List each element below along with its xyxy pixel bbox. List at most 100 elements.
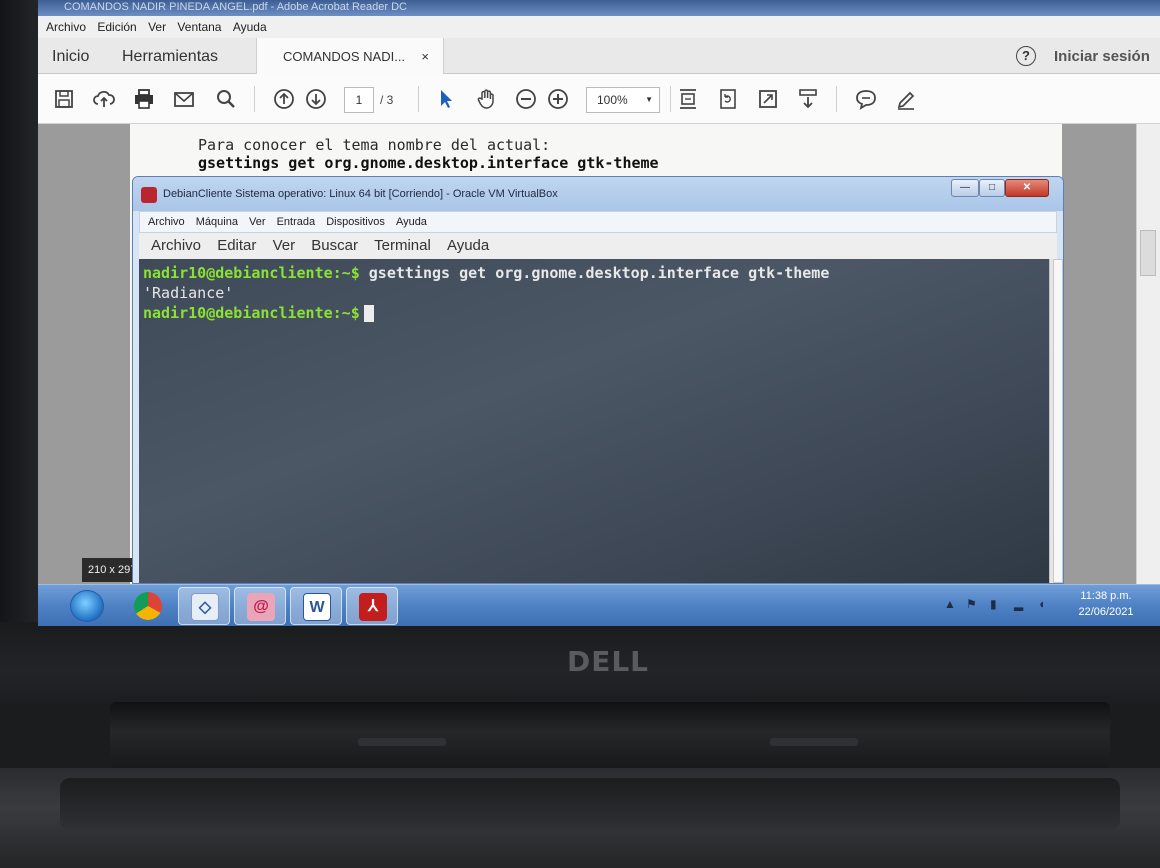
document-text: Para conocer el tema nombre del actual: <box>198 136 551 154</box>
vbox-menu-archivo[interactable]: Archivo <box>148 212 185 232</box>
acrobat-tab-bar: Inicio Herramientas COMANDOS NADI... × ?… <box>38 38 1160 76</box>
vbox-menu-ayuda[interactable]: Ayuda <box>396 212 427 232</box>
terminal-menu-editar[interactable]: Editar <box>217 233 256 259</box>
laptop-hinge <box>110 702 1110 768</box>
volume-icon[interactable]: ◖ <box>1038 597 1045 611</box>
menu-edicion[interactable]: Edición <box>97 16 136 38</box>
action-center-icon[interactable]: ⚑ <box>966 597 977 611</box>
document-scrollbar[interactable] <box>1136 124 1160 584</box>
search-icon[interactable] <box>214 87 238 111</box>
save-icon[interactable] <box>52 87 76 111</box>
terminal-menu-ayuda[interactable]: Ayuda <box>447 233 489 259</box>
help-icon[interactable]: ? <box>1016 46 1036 66</box>
laptop-bezel-left <box>0 0 38 640</box>
virtualbox-title: DebianCliente Sistema operativo: Linux 6… <box>163 188 558 200</box>
network-icon[interactable]: ▂ <box>1014 597 1023 611</box>
taskbar-virtualbox[interactable]: ◇ <box>178 587 230 625</box>
toolbar-separator <box>418 86 419 112</box>
signin-link[interactable]: Iniciar sesión <box>1054 38 1150 76</box>
zoom-out-icon[interactable] <box>514 87 538 111</box>
terminal-menubar: Archivo Editar Ver Buscar Terminal Ayuda <box>139 233 1057 259</box>
screen: COMANDOS NADIR PINEDA ANGEL.pdf - Adobe … <box>38 0 1160 626</box>
vbox-menu-maquina[interactable]: Máquina <box>196 212 238 232</box>
taskbar-word[interactable]: W <box>290 587 342 625</box>
hinge-slot-left <box>358 738 446 746</box>
terminal-menu-terminal[interactable]: Terminal <box>374 233 431 259</box>
taskbar: ◇ @ W ⅄ ▲ ⚑ ▮ ▂ ◖ 11:38 p.m. 22/06/2021 <box>38 584 1160 626</box>
maximize-button[interactable]: □ <box>979 179 1005 197</box>
vbox-menu-entrada[interactable]: Entrada <box>277 212 316 232</box>
laptop-base-edge <box>60 778 1120 830</box>
terminal-line: 'Radiance' <box>143 283 1045 303</box>
terminal-line: nadir10@debiancliente:~$ gsettings get o… <box>143 263 1045 283</box>
close-button[interactable]: ✕ <box>1005 179 1049 197</box>
chrome-icon <box>134 592 162 620</box>
menu-ventana[interactable]: Ventana <box>177 16 221 38</box>
highlight-pen-icon[interactable] <box>894 87 918 111</box>
zoom-in-icon[interactable] <box>546 87 570 111</box>
hand-icon[interactable] <box>474 87 498 111</box>
zoom-value: 100% <box>597 93 628 107</box>
terminal-menu-ver[interactable]: Ver <box>273 233 296 259</box>
vbox-menu-ver[interactable]: Ver <box>249 212 266 232</box>
clock-time: 11:38 p.m. <box>1080 590 1132 602</box>
start-button[interactable] <box>70 590 104 622</box>
email-icon[interactable] <box>172 87 196 111</box>
menu-ayuda[interactable]: Ayuda <box>233 16 267 38</box>
menu-ver[interactable]: Ver <box>148 16 166 38</box>
taskbar-acrobat[interactable]: ⅄ <box>346 587 398 625</box>
virtualbox-window: DebianCliente Sistema operativo: Linux 6… <box>132 176 1064 584</box>
zoom-select[interactable]: 100% ▼ <box>586 87 660 113</box>
tray-expand-icon[interactable]: ▲ <box>944 597 956 611</box>
terminal-scrollbar[interactable] <box>1049 259 1063 583</box>
scrollbar-thumb[interactable] <box>1053 259 1063 583</box>
page-down-icon[interactable] <box>304 87 328 111</box>
terminal-line: nadir10@debiancliente:~$ <box>143 303 1045 323</box>
terminal-prompt: nadir10@debiancliente:~$ <box>143 304 360 322</box>
page-up-icon[interactable] <box>272 87 296 111</box>
menu-archivo[interactable]: Archivo <box>46 16 86 38</box>
debian-icon: @ <box>247 593 275 621</box>
vbox-menu-dispositivos[interactable]: Dispositivos <box>326 212 385 232</box>
terminal-cursor <box>363 305 374 322</box>
terminal-area[interactable]: nadir10@debiancliente:~$ gsettings get o… <box>139 259 1049 583</box>
taskbar-debian-vm[interactable]: @ <box>234 587 286 625</box>
comment-icon[interactable] <box>854 87 878 111</box>
page-number-input[interactable]: 1 <box>344 87 374 113</box>
acrobat-toolbar: 1 / 3 100% ▼ <box>38 74 1160 124</box>
tab-inicio[interactable]: Inicio <box>52 38 89 74</box>
scroll-mode-icon[interactable] <box>796 87 820 111</box>
virtualbox-title-bar[interactable]: DebianCliente Sistema operativo: Linux 6… <box>133 177 1063 211</box>
print-icon[interactable] <box>132 87 156 111</box>
acrobat-icon: ⅄ <box>359 593 387 621</box>
terminal-command: gsettings get org.gnome.desktop.interfac… <box>368 264 830 282</box>
document-command: gsettings get org.gnome.desktop.interfac… <box>198 154 659 172</box>
acrobat-title-bar: COMANDOS NADIR PINEDA ANGEL.pdf - Adobe … <box>38 0 1160 16</box>
dell-logo: DELL <box>566 645 650 678</box>
virtualbox-icon: ◇ <box>191 593 219 621</box>
minimize-button[interactable]: — <box>951 179 979 197</box>
taskbar-clock[interactable]: 11:38 p.m. 22/06/2021 <box>1066 588 1146 620</box>
hinge-slot-right <box>770 738 858 746</box>
select-cursor-icon[interactable] <box>434 87 458 111</box>
acrobat-menubar: Archivo Edición Ver Ventana Ayuda <box>38 16 1160 38</box>
rotate-page-icon[interactable] <box>716 87 740 111</box>
taskbar-chrome[interactable] <box>122 587 174 625</box>
clock-date: 22/06/2021 <box>1078 606 1134 618</box>
terminal-menu-buscar[interactable]: Buscar <box>311 233 358 259</box>
tab-herramientas[interactable]: Herramientas <box>122 38 218 74</box>
chevron-down-icon: ▼ <box>645 95 653 104</box>
word-icon: W <box>303 593 331 621</box>
battery-icon[interactable]: ▮ <box>990 597 997 611</box>
scrollbar-thumb[interactable] <box>1140 230 1156 276</box>
fullscreen-icon[interactable] <box>756 87 780 111</box>
fit-page-icon[interactable] <box>676 87 700 111</box>
virtualbox-menubar: Archivo Máquina Ver Entrada Dispositivos… <box>139 211 1057 233</box>
virtualbox-logo-icon <box>141 187 157 203</box>
tab-close-icon[interactable]: × <box>421 38 429 76</box>
terminal-prompt: nadir10@debiancliente:~$ <box>143 264 360 282</box>
cloud-upload-icon[interactable] <box>92 87 116 111</box>
terminal-menu-archivo[interactable]: Archivo <box>151 233 201 259</box>
tab-document[interactable]: COMANDOS NADI... × <box>256 38 444 75</box>
tab-document-label: COMANDOS NADI... <box>283 49 406 64</box>
